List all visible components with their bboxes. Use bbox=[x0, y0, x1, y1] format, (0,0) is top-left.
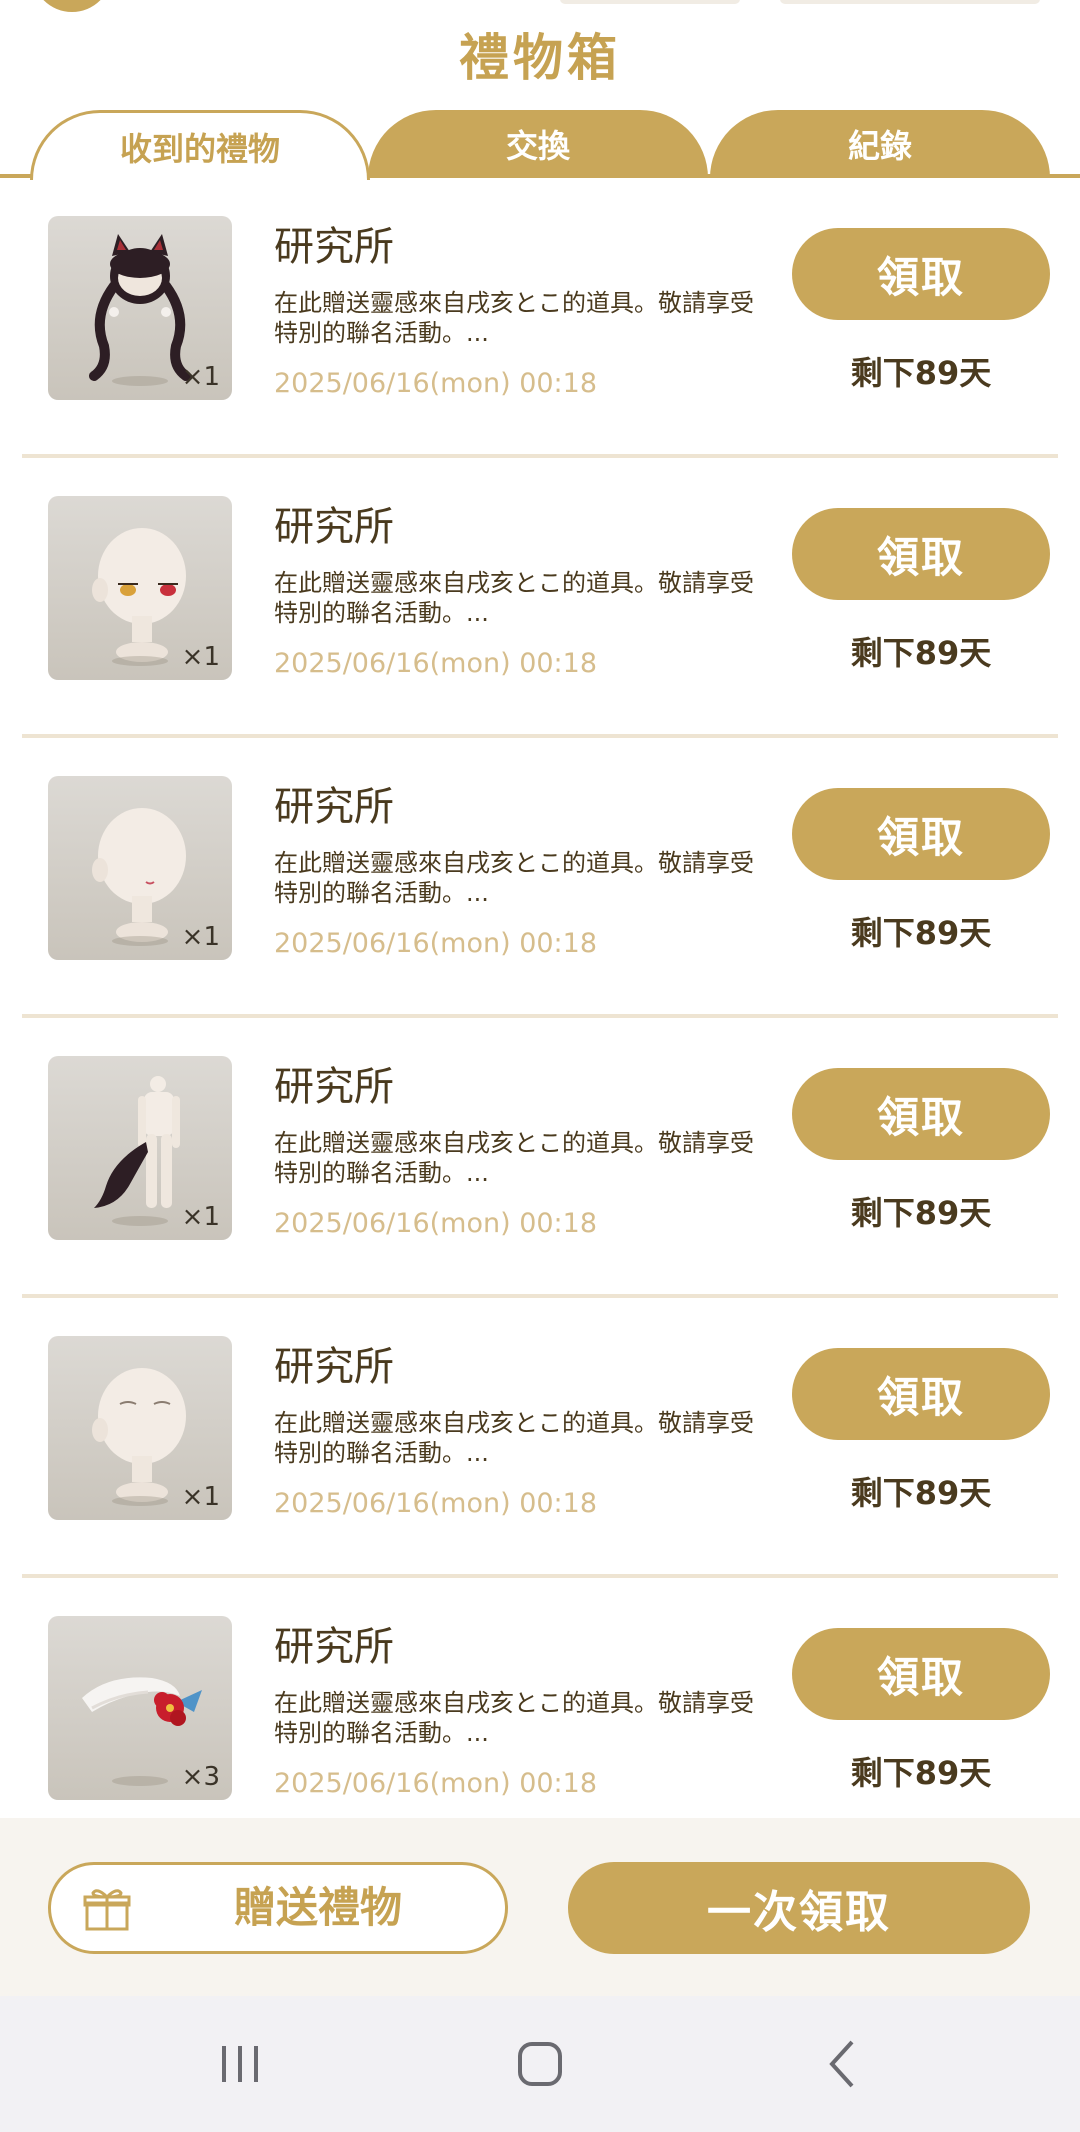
item-quantity: ×1 bbox=[181, 922, 220, 952]
gift-row: ×1 研究所 在此贈送靈感來自戌亥とこ的道具。敬請享受特別的聯名活動。... 2… bbox=[0, 178, 1080, 458]
tail-icon: ×1 bbox=[48, 1056, 232, 1240]
claim-button[interactable]: 領取 bbox=[792, 1068, 1050, 1160]
system-nav-bar bbox=[0, 1996, 1080, 2132]
gift-sender: 研究所 bbox=[274, 1344, 394, 1390]
closed-eyes-icon: ×1 bbox=[48, 1336, 232, 1520]
remaining-days: 剩下89天 bbox=[850, 914, 992, 952]
claim-all-button[interactable]: 一次領取 bbox=[568, 1862, 1030, 1954]
claim-button[interactable]: 領取 bbox=[792, 508, 1050, 600]
gift-date: 2025/06/16(mon) 00:18 bbox=[274, 1488, 598, 1519]
item-quantity: ×1 bbox=[181, 1202, 220, 1232]
remaining-days: 剩下89天 bbox=[850, 1194, 992, 1232]
back-icon[interactable] bbox=[814, 2034, 874, 2094]
gift-row: ×1 研究所 在此贈送靈感來自戌亥とこ的道具。敬請享受特別的聯名活動。... 2… bbox=[0, 458, 1080, 738]
gift-sender: 研究所 bbox=[274, 224, 394, 270]
gift-date: 2025/06/16(mon) 00:18 bbox=[274, 368, 598, 399]
remaining-days: 剩下89天 bbox=[850, 1754, 992, 1792]
send-gift-button[interactable]: 贈送禮物 bbox=[48, 1862, 508, 1954]
gift-row: ×1 研究所 在此贈送靈感來自戌亥とこ的道具。敬請享受特別的聯名活動。... 2… bbox=[0, 738, 1080, 1018]
gift-description: 在此贈送靈感來自戌亥とこ的道具。敬請享受特別的聯名活動。... bbox=[274, 1409, 754, 1467]
tab-exchange[interactable]: 交換 bbox=[368, 110, 708, 178]
mouth-icon: ×1 bbox=[48, 776, 232, 960]
remaining-days: 剩下89天 bbox=[850, 1474, 992, 1512]
gift-list[interactable]: ×1 研究所 在此贈送靈感來自戌亥とこ的道具。敬請享受特別的聯名活動。... 2… bbox=[0, 178, 1080, 1818]
gift-description: 在此贈送靈感來自戌亥とこ的道具。敬請享受特別的聯名活動。... bbox=[274, 849, 754, 907]
gift-row: ×3 研究所 在此贈送靈感來自戌亥とこ的道具。敬請享受特別的聯名活動。... 2… bbox=[0, 1578, 1080, 1818]
item-shadow bbox=[112, 1496, 168, 1506]
item-shadow bbox=[112, 1776, 168, 1786]
gift-date: 2025/06/16(mon) 00:18 bbox=[274, 648, 598, 679]
item-quantity: ×1 bbox=[181, 1482, 220, 1512]
gift-box-icon bbox=[83, 1889, 131, 1931]
claim-button[interactable]: 領取 bbox=[792, 228, 1050, 320]
item-shadow bbox=[112, 656, 168, 666]
gift-description: 在此贈送靈感來自戌亥とこ的道具。敬請享受特別的聯名活動。... bbox=[274, 569, 754, 627]
claim-button[interactable]: 領取 bbox=[792, 788, 1050, 880]
remaining-days: 剩下89天 bbox=[850, 354, 992, 392]
currency-pill bbox=[780, 0, 1040, 4]
flower-hairpiece-icon: ×3 bbox=[48, 1616, 232, 1800]
item-quantity: ×3 bbox=[181, 1762, 220, 1792]
gift-date: 2025/06/16(mon) 00:18 bbox=[274, 1768, 598, 1799]
item-shadow bbox=[112, 1216, 168, 1226]
claim-button[interactable]: 領取 bbox=[792, 1628, 1050, 1720]
gift-description: 在此贈送靈感來自戌亥とこ的道具。敬請享受特別的聯名活動。... bbox=[274, 1689, 754, 1747]
tab-received-gifts[interactable]: 收到的禮物 bbox=[30, 110, 370, 180]
tab-history[interactable]: 紀錄 bbox=[710, 110, 1050, 178]
twin-tail-hair-icon: ×1 bbox=[48, 216, 232, 400]
heterochromia-eyes-icon: ×1 bbox=[48, 496, 232, 680]
remaining-days: 剩下89天 bbox=[850, 634, 992, 672]
home-icon[interactable] bbox=[510, 2034, 570, 2094]
tab-bar: 交換 紀錄 收到的禮物 bbox=[0, 108, 1080, 180]
gift-row: ×1 研究所 在此贈送靈感來自戌亥とこ的道具。敬請享受特別的聯名活動。... 2… bbox=[0, 1018, 1080, 1298]
item-shadow bbox=[112, 376, 168, 386]
gift-row: ×1 研究所 在此贈送靈感來自戌亥とこ的道具。敬請享受特別的聯名活動。... 2… bbox=[0, 1298, 1080, 1578]
gift-date: 2025/06/16(mon) 00:18 bbox=[274, 928, 598, 959]
gift-description: 在此贈送靈感來自戌亥とこ的道具。敬請享受特別的聯名活動。... bbox=[274, 1129, 754, 1187]
gift-sender: 研究所 bbox=[274, 1064, 394, 1110]
currency-pill bbox=[560, 0, 740, 4]
send-gift-label: 贈送禮物 bbox=[233, 1883, 402, 1932]
item-shadow bbox=[112, 936, 168, 946]
avatar[interactable] bbox=[32, 0, 112, 12]
gift-sender: 研究所 bbox=[274, 1624, 394, 1670]
gift-description: 在此贈送靈感來自戌亥とこ的道具。敬請享受特別的聯名活動。... bbox=[274, 289, 754, 347]
claim-button[interactable]: 領取 bbox=[792, 1348, 1050, 1440]
gift-sender: 研究所 bbox=[274, 504, 394, 550]
item-quantity: ×1 bbox=[181, 642, 220, 672]
bottom-action-bar: 贈送禮物 一次領取 bbox=[0, 1818, 1080, 1996]
page-title: 禮物箱 bbox=[459, 29, 621, 87]
gift-date: 2025/06/16(mon) 00:18 bbox=[274, 1208, 598, 1239]
item-quantity: ×1 bbox=[181, 362, 220, 392]
gift-sender: 研究所 bbox=[274, 784, 394, 830]
recents-icon[interactable] bbox=[210, 2034, 270, 2094]
